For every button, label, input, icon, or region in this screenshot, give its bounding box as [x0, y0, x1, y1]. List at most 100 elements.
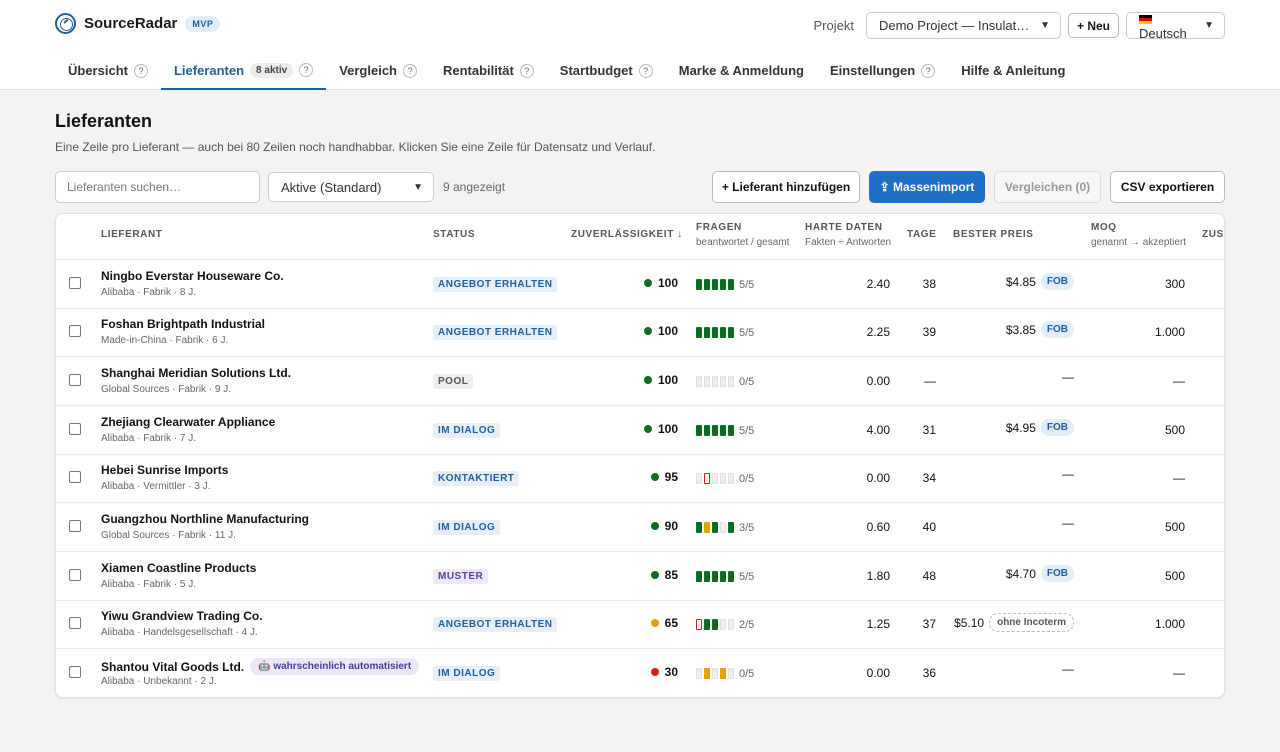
tab-marke-anmeldung[interactable]: Marke & Anmeldung [666, 52, 817, 89]
answer-segment [712, 522, 718, 533]
hard-data-value: 2.25 [866, 325, 890, 339]
supplier-name: Guangzhou Northline Manufacturing [101, 512, 309, 526]
chevron-down-icon: ▼ [413, 181, 423, 193]
answer-segment [720, 571, 726, 582]
table-row[interactable]: Ningbo Everstar Houseware Co. Alibaba · F… [56, 260, 1224, 309]
answer-segment [728, 619, 734, 630]
help-icon[interactable]: ? [921, 63, 936, 78]
answers-bar [696, 668, 734, 679]
brand[interactable]: SourceRadar MVP [55, 13, 221, 34]
help-icon[interactable]: ? [299, 63, 314, 77]
project-select[interactable]: Demo Project — Insulated S… ▼ [865, 12, 1061, 39]
tab-vergleich[interactable]: Vergleich ? [326, 52, 430, 89]
days-value: 31 [922, 423, 936, 437]
answers-bar [696, 619, 734, 630]
answer-segment [704, 425, 710, 436]
moq-value: — [1173, 666, 1185, 680]
supplier-search-input[interactable] [55, 171, 260, 203]
project-select-value: Demo Project — Insulated S… [878, 18, 1031, 33]
incoterm-badge: FOB [1040, 419, 1074, 436]
answer-segment [696, 376, 702, 387]
row-checkbox[interactable] [69, 374, 81, 386]
answer-segment [696, 668, 702, 679]
row-checkbox[interactable] [69, 520, 81, 532]
status-badge: IM DIALOG [433, 666, 501, 681]
row-checkbox[interactable] [69, 569, 81, 581]
row-checkbox[interactable] [69, 325, 81, 337]
hard-data-value: 1.80 [866, 569, 890, 583]
radar-logo-icon [55, 13, 76, 34]
supplier-meta: Alibaba · Unbekannt · 2 J. [101, 676, 217, 687]
days-value: 39 [922, 325, 936, 339]
col-status[interactable]: STATUS [433, 229, 475, 240]
status-filter-select[interactable]: Aktive (Standard) ▼ [268, 172, 434, 202]
incoterm-badge: FOB [1040, 273, 1074, 290]
answer-segment [704, 522, 710, 533]
moq-value: 1.000 [1154, 617, 1185, 631]
help-icon[interactable]: ? [403, 63, 417, 78]
answers-count: 3/5 [739, 522, 755, 534]
col-moq[interactable]: MOQ genannt → akzeptiert [1091, 222, 1186, 248]
row-checkbox[interactable] [69, 666, 81, 678]
table-row[interactable]: Shanghai Meridian Solutions Ltd. Global S… [56, 357, 1224, 406]
best-price: $5.10 ohne Incoterm [954, 613, 1074, 632]
row-checkbox[interactable] [69, 277, 81, 289]
score-dot-icon [650, 668, 659, 676]
tab-hilfe-anleitung[interactable]: Hilfe & Anleitung [948, 52, 1078, 89]
best-price: $4.70 FOB [1006, 565, 1074, 582]
table-row[interactable]: Xiamen Coastline Products Alibaba · Fabri… [56, 552, 1224, 601]
col-questions[interactable]: FRAGEN beantwortet / gesamt [696, 222, 789, 248]
tab-lieferanten[interactable]: Lieferanten 8 aktiv ? [160, 52, 327, 90]
answer-segment [720, 376, 726, 387]
answer-segment [696, 571, 702, 582]
supplier-name: Xiamen Coastline Products [101, 561, 257, 575]
answers-count: 0/5 [739, 668, 755, 680]
hard-data-value: 0.60 [866, 520, 890, 534]
answer-segment [712, 619, 718, 630]
col-extra[interactable]: ZUSA [1202, 229, 1224, 240]
active-count-badge: 8 aktiv [250, 62, 294, 78]
hard-data-value: 4.00 [866, 423, 890, 437]
tab-rentabilitaet[interactable]: Rentabilität ? [430, 52, 547, 89]
status-badge: MUSTER [433, 569, 489, 584]
tab-uebersicht[interactable]: Übersicht ? [55, 52, 161, 89]
answer-segment [728, 279, 734, 290]
answer-segment [696, 279, 702, 290]
tab-einstellungen[interactable]: Einstellungen ? [817, 52, 948, 89]
table-row[interactable]: Hebei Sunrise Imports Alibaba · Vermittle… [56, 454, 1224, 503]
compare-button[interactable]: Vergleichen (0) [994, 171, 1101, 203]
answers-bar [696, 425, 734, 436]
row-checkbox[interactable] [69, 423, 81, 435]
col-days[interactable]: TAGE [907, 229, 936, 240]
language-select[interactable]: Deutsch ▼ [1126, 12, 1225, 41]
table-row[interactable]: Yiwu Grandview Trading Co. Alibaba · Hand… [56, 600, 1224, 649]
row-checkbox[interactable] [69, 471, 81, 483]
table-row[interactable]: Guangzhou Northline Manufacturing Global … [56, 503, 1224, 552]
table-row[interactable]: Zhejiang Clearwater Appliance Alibaba · F… [56, 406, 1224, 455]
export-csv-button[interactable]: CSV exportieren [1110, 171, 1225, 203]
new-project-button[interactable]: + Neu [1067, 13, 1119, 38]
supplier-meta: Global Sources · Fabrik · 11 J. [101, 530, 236, 541]
col-supplier[interactable]: LIEFERANT [101, 229, 163, 240]
tab-startbudget[interactable]: Startbudget ? [547, 52, 666, 89]
main-tabs: Übersicht ? Lieferanten 8 aktiv ? Vergle… [55, 52, 1078, 90]
bulk-import-button[interactable]: ⇪ Massenimport [869, 171, 985, 203]
days-value: 34 [922, 471, 936, 485]
add-supplier-button[interactable]: + Lieferant hinzufügen [712, 171, 860, 203]
days-value: — [924, 374, 936, 388]
help-icon[interactable]: ? [133, 63, 148, 78]
moq-value: 1.000 [1154, 325, 1185, 339]
answers-count: 0/5 [739, 376, 755, 388]
col-reliability[interactable]: ZUVERLÄSSIGKEIT ↓ [571, 229, 683, 240]
german-flag-icon [1139, 14, 1152, 24]
reliability-score: 65 [650, 616, 678, 630]
col-best-price[interactable]: BESTER PREIS [953, 229, 1034, 240]
col-hard-data[interactable]: HARTE DATEN Fakten ÷ Antworten [805, 222, 891, 248]
help-icon[interactable]: ? [638, 63, 653, 78]
help-icon[interactable]: ? [519, 63, 534, 78]
table-row[interactable]: Foshan Brightpath Industrial Made-in-Chin… [56, 308, 1224, 357]
row-checkbox[interactable] [69, 617, 81, 629]
table-row[interactable]: Shantou Vital Goods Ltd. 🤖 wahrscheinlich… [56, 649, 1224, 697]
answer-segment [704, 668, 710, 679]
page-title: Lieferanten [55, 111, 153, 131]
